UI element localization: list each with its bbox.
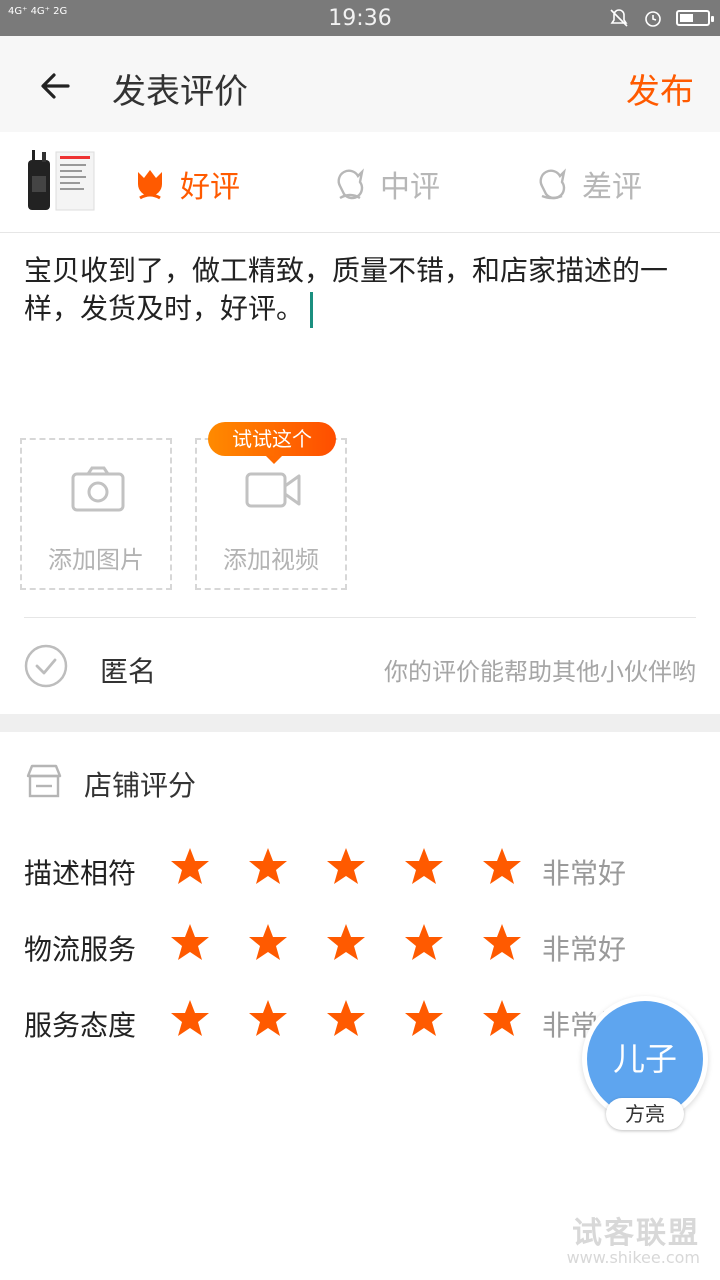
star-icon[interactable]	[404, 922, 444, 962]
rating-selector: 好评 中评 差评	[0, 132, 720, 233]
score-word: 非常好	[542, 933, 627, 966]
rating-good-option[interactable]: 好评	[132, 162, 240, 206]
publish-button[interactable]: 发布	[626, 64, 694, 113]
status-bar: 4G⁺ 4G⁺ 2G 19:36	[0, 0, 720, 36]
rating-mid-label: 中评	[380, 170, 440, 205]
camera-icon	[71, 466, 125, 512]
star-icon[interactable]	[326, 998, 366, 1038]
rating-bad-option[interactable]: 差评	[534, 162, 642, 206]
score-word: 非常好	[542, 857, 627, 890]
battery-icon	[676, 10, 714, 26]
star-icon[interactable]	[404, 846, 444, 886]
watermark: 试客联盟 www.shikee.com	[567, 1208, 700, 1267]
alarm-icon	[645, 11, 661, 27]
star-icon[interactable]	[482, 846, 522, 886]
star-icon[interactable]	[326, 846, 366, 886]
rating-bad-label: 差评	[582, 170, 642, 205]
star-icon[interactable]	[170, 922, 210, 962]
star-icon[interactable]	[170, 998, 210, 1038]
floating-avatar[interactable]: 儿子 方亮	[582, 996, 708, 1130]
add-video-label: 添加视频	[223, 546, 319, 574]
star-rating	[170, 846, 522, 886]
anonymous-checkbox-icon[interactable]	[24, 644, 68, 688]
watermark-title: 试客联盟	[572, 1216, 700, 1251]
flower-mid-icon	[337, 168, 364, 200]
score-row-label: 物流服务	[24, 933, 137, 966]
score-row-description: 描述相符 非常好	[24, 846, 696, 896]
shop-rating-title: 店铺评分	[84, 769, 197, 802]
page-title: 发表评价	[112, 72, 248, 112]
review-text-area[interactable]: 宝贝收到了，做工精致，质量不错，和店家描述的一样，发货及时，好评。	[24, 252, 700, 328]
rating-good-label: 好评	[180, 170, 240, 205]
text-cursor	[310, 292, 314, 328]
try-this-tooltip: 试试这个	[208, 422, 336, 464]
star-icon[interactable]	[404, 998, 444, 1038]
score-row-logistics: 物流服务 非常好	[24, 922, 696, 972]
star-icon[interactable]	[170, 846, 210, 886]
avatar-name-tag: 方亮	[606, 1098, 684, 1130]
star-icon[interactable]	[248, 998, 288, 1038]
section-gap	[0, 714, 720, 732]
star-icon[interactable]	[482, 998, 522, 1038]
star-rating	[170, 922, 522, 962]
rating-mid-option[interactable]: 中评	[332, 162, 440, 206]
anonymous-hint: 你的评价能帮助其他小伙伴哟	[384, 658, 696, 686]
star-icon[interactable]	[248, 922, 288, 962]
product-thumbnail	[24, 146, 98, 218]
review-text: 宝贝收到了，做工精致，质量不错，和店家描述的一样，发货及时，好评。	[24, 254, 669, 325]
flower-bad-icon	[539, 168, 566, 200]
mute-icon	[610, 9, 628, 27]
tulip-good-icon	[138, 170, 162, 200]
score-row-label: 服务态度	[24, 1009, 137, 1042]
star-icon[interactable]	[248, 846, 288, 886]
top-nav-bar: 发表评价 发布	[0, 36, 720, 132]
star-icon[interactable]	[482, 922, 522, 962]
watermark-url: www.shikee.com	[566, 1248, 700, 1267]
add-photo-button[interactable]: 添加图片	[20, 438, 172, 590]
score-row-label: 描述相符	[24, 857, 137, 890]
anonymous-row: 匿名 你的评价能帮助其他小伙伴哟	[24, 640, 696, 696]
shop-icon	[26, 764, 62, 798]
add-photo-label: 添加图片	[48, 546, 144, 574]
anonymous-label: 匿名	[100, 655, 157, 688]
video-camera-icon	[245, 472, 301, 508]
back-arrow-icon[interactable]	[36, 66, 76, 106]
divider	[24, 617, 696, 618]
star-icon[interactable]	[326, 922, 366, 962]
status-right-icons	[608, 7, 714, 29]
star-rating	[170, 998, 522, 1038]
